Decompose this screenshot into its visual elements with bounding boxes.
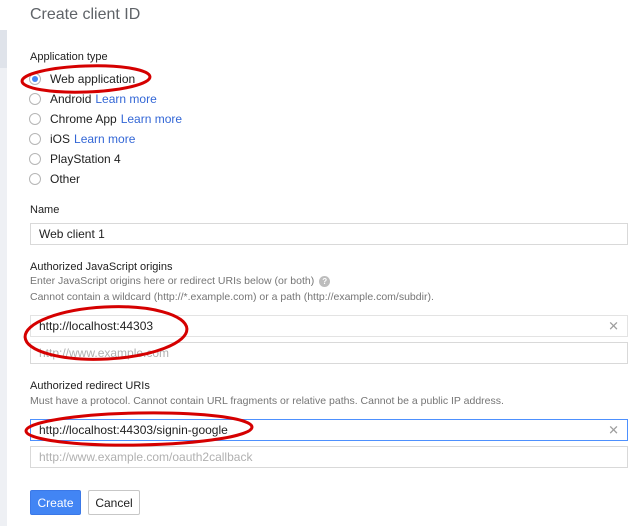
- js-origins-label: Authorized JavaScript origins: [30, 261, 173, 273]
- redirect-uris-hint: Must have a protocol. Cannot contain URL…: [30, 395, 504, 407]
- radio-button[interactable]: [29, 73, 41, 85]
- radio-playstation-4[interactable]: PlayStation 4: [29, 149, 121, 169]
- radio-label: Chrome App: [50, 112, 117, 126]
- js-origins-hint-2: Cannot contain a wildcard (http://*.exam…: [30, 291, 434, 303]
- js-origin-input-1[interactable]: http://localhost:44303 ✕: [30, 315, 628, 337]
- radio-button[interactable]: [29, 113, 41, 125]
- js-origin-input-2[interactable]: http://www.example.com: [30, 342, 628, 364]
- radio-button[interactable]: [29, 153, 41, 165]
- name-input[interactable]: Web client 1: [30, 223, 628, 245]
- learn-more-link[interactable]: Learn more: [95, 92, 156, 106]
- radio-chrome-app[interactable]: Chrome App Learn more: [29, 109, 182, 129]
- redirect-uris-label: Authorized redirect URIs: [30, 380, 150, 392]
- close-icon[interactable]: ✕: [608, 320, 619, 333]
- js-origin-input-placeholder: http://www.example.com: [39, 346, 170, 360]
- close-icon[interactable]: ✕: [608, 424, 619, 437]
- radio-web-application[interactable]: Web application: [29, 69, 135, 89]
- name-input-value: Web client 1: [39, 227, 105, 241]
- name-label: Name: [30, 204, 60, 216]
- radio-label: iOS: [50, 132, 71, 146]
- js-origins-hint: Enter JavaScript origins here or redirec…: [30, 275, 331, 287]
- create-button[interactable]: Create: [30, 490, 81, 515]
- cancel-button[interactable]: Cancel: [88, 490, 140, 515]
- radio-label: Android: [50, 92, 92, 106]
- radio-ios[interactable]: iOS Learn more: [29, 129, 135, 149]
- radio-button[interactable]: [29, 133, 41, 145]
- js-origin-input-value: http://localhost:44303: [39, 319, 154, 333]
- learn-more-link[interactable]: Learn more: [74, 132, 135, 146]
- radio-button[interactable]: [29, 173, 41, 185]
- redirect-uri-input-2[interactable]: http://www.example.com/oauth2callback: [30, 446, 628, 468]
- learn-more-link[interactable]: Learn more: [121, 112, 182, 126]
- redirect-uri-input-value: http://localhost:44303/signin-google: [39, 423, 228, 437]
- redirect-uri-input-placeholder: http://www.example.com/oauth2callback: [39, 450, 253, 464]
- left-nav-strip: [0, 30, 7, 526]
- radio-other[interactable]: Other: [29, 169, 80, 189]
- js-origins-hint-text: Enter JavaScript origins here or redirec…: [30, 275, 315, 287]
- left-nav-active-marker: [0, 30, 7, 68]
- application-type-label: Application type: [30, 51, 108, 63]
- radio-button[interactable]: [29, 93, 41, 105]
- radio-label: Other: [50, 172, 81, 186]
- help-icon[interactable]: ?: [319, 275, 331, 287]
- radio-android[interactable]: Android Learn more: [29, 89, 157, 109]
- page-title: Create client ID: [30, 6, 141, 23]
- radio-label: Web application: [50, 72, 136, 86]
- redirect-uri-input-1[interactable]: http://localhost:44303/signin-google ✕: [30, 419, 628, 441]
- radio-label: PlayStation 4: [50, 152, 121, 166]
